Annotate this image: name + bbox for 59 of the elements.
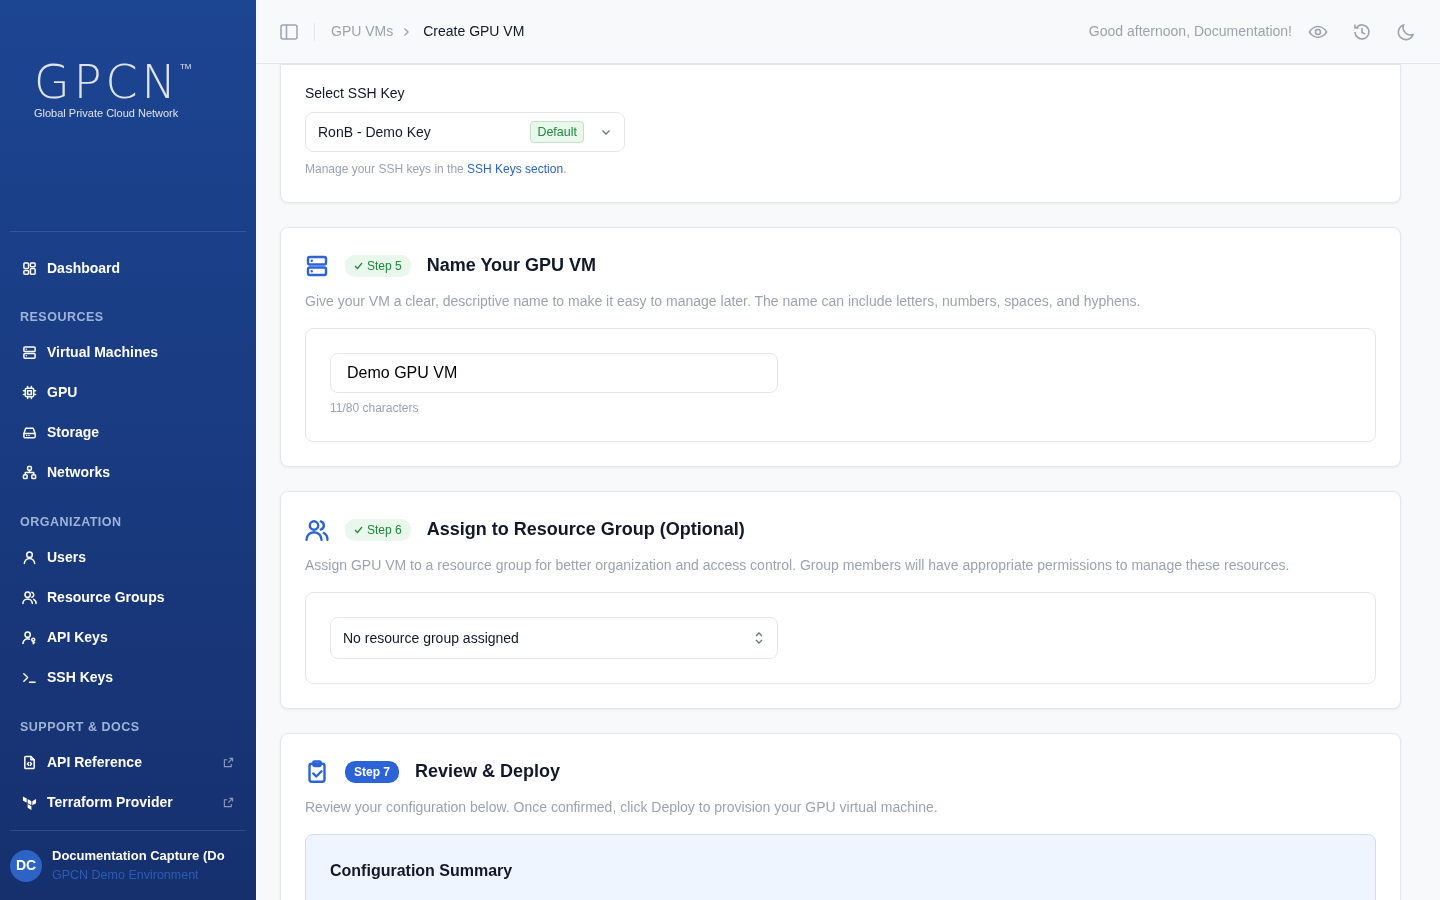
step-badge: Step 7 bbox=[345, 760, 399, 783]
sidebar-item[interactable]: Dashboard bbox=[0, 248, 256, 288]
file-code-icon bbox=[22, 754, 37, 770]
section-heading: RESOURCES bbox=[19, 309, 105, 326]
hard-drive-icon bbox=[22, 425, 37, 441]
help-text: Manage your SSH keys in the SSH Keys section. bbox=[305, 161, 568, 178]
sidebar-item[interactable]: SSH Keys bbox=[0, 657, 256, 698]
trademark: TM bbox=[179, 61, 192, 74]
moon-icon[interactable] bbox=[1396, 21, 1416, 42]
sidebar-item[interactable]: Resource Groups bbox=[0, 577, 256, 618]
logo-tagline: Global Private Cloud Network bbox=[34, 106, 180, 122]
step-title: Assign to Resource Group (Optional) bbox=[426, 518, 745, 541]
history-icon[interactable] bbox=[1352, 21, 1372, 42]
users-icon bbox=[305, 517, 329, 542]
check-icon bbox=[354, 526, 363, 535]
user-icon bbox=[22, 550, 37, 565]
sidebar-item[interactable]: Virtual Machines bbox=[0, 332, 256, 373]
server-icon bbox=[22, 345, 37, 361]
sidebar-item[interactable]: API Keys bbox=[0, 617, 256, 658]
chevron-up-down-icon bbox=[753, 631, 765, 645]
user-avatar[interactable]: DC bbox=[10, 849, 42, 882]
clipboard-check-icon bbox=[305, 759, 329, 784]
sidebar-item[interactable]: API Reference bbox=[0, 742, 256, 783]
step-description: Give your VM a clear, descriptive name to make it easy to manage later. The name can include letters, numbers, spaces, and hyphens. bbox=[305, 292, 1142, 311]
vm-name-input[interactable]: Demo GPU VM bbox=[330, 353, 778, 393]
greeting-text: Good afternoon, Documentation! bbox=[1088, 22, 1292, 41]
sidebar-item[interactable]: Networks bbox=[0, 452, 256, 493]
sidebar-item[interactable]: Storage bbox=[0, 412, 256, 453]
sidebar-toggle-icon[interactable] bbox=[280, 22, 298, 41]
sidebar-item[interactable]: Terraform Provider bbox=[0, 782, 256, 823]
summary-title: Configuration Summary bbox=[330, 861, 514, 881]
sidebar-item[interactable]: Users bbox=[0, 537, 256, 578]
organization-name: GPCN Demo Environment bbox=[52, 866, 200, 884]
logo: GPCN bbox=[34, 59, 180, 106]
default-badge: Default bbox=[530, 120, 584, 144]
step-title: Name Your GPU VM bbox=[426, 254, 597, 277]
grid-icon bbox=[22, 260, 37, 276]
step-description: Assign GPU VM to a resource group for better organization and access control. Group members will have appropriate permissions to manage these resources. bbox=[305, 556, 1291, 575]
network-icon bbox=[22, 465, 37, 481]
character-count: 11/80 characters bbox=[330, 400, 420, 417]
resource-group-select[interactable]: No resource group assigned bbox=[330, 617, 778, 659]
step-description: Review your configuration below. Once confirmed, click Deploy to provision your GPU virtual machine. bbox=[305, 798, 939, 817]
step-title: Review & Deploy bbox=[415, 760, 561, 783]
terraform-icon bbox=[22, 794, 37, 810]
user-name: Documentation Capture (Do bbox=[52, 847, 225, 866]
step-badge: Step 5 bbox=[345, 254, 411, 277]
section-heading: SUPPORT & DOCS bbox=[19, 718, 141, 736]
check-icon bbox=[354, 262, 363, 271]
terminal-icon bbox=[22, 670, 37, 685]
ssh-key-select[interactable]: RonB - Demo Key Default bbox=[305, 112, 625, 152]
server-icon bbox=[305, 253, 329, 278]
user-key-icon bbox=[22, 630, 37, 645]
sidebar-item[interactable]: GPU bbox=[0, 372, 256, 413]
field-label: Select SSH Key bbox=[305, 84, 406, 103]
breadcrumb-current: Create GPU VM bbox=[423, 22, 525, 41]
step-badge: Step 6 bbox=[345, 518, 411, 541]
section-heading: ORGANIZATION bbox=[19, 513, 123, 531]
users-icon bbox=[22, 590, 37, 605]
chip-icon bbox=[22, 385, 37, 401]
